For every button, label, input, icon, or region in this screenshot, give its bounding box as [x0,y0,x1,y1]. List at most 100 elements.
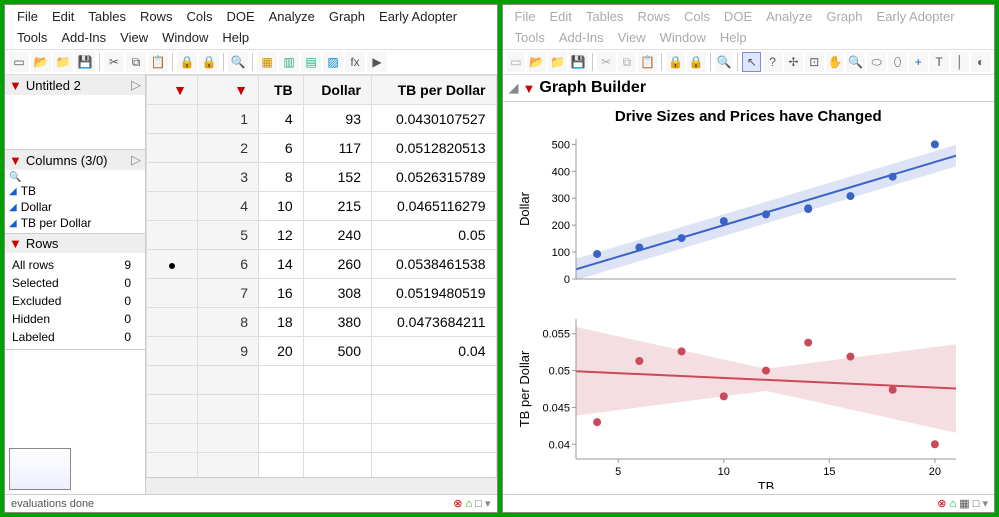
paste-icon[interactable]: 📋 [148,52,168,72]
table-icon[interactable]: ▦ [257,52,277,72]
menu-analyze[interactable]: Analyze [760,7,818,26]
menu-doe[interactable]: DOE [220,7,260,26]
table-row[interactable]: 9205000.04 [147,337,497,366]
disclosure-icon[interactable]: ◢ [509,80,519,96]
menu-early-adopter[interactable]: Early Adopter [373,7,463,26]
open2-icon[interactable]: 📁 [548,52,567,72]
menu-graph[interactable]: Graph [820,7,868,26]
close-icon[interactable]: ⊗ [453,498,462,510]
menu-add-ins[interactable]: Add-Ins [553,28,610,47]
disclosure-icon[interactable]: ▼ [9,153,22,168]
rows-summary-item[interactable]: Hidden0 [11,311,139,327]
grid-icon[interactable]: ▦ [959,498,969,510]
cell[interactable]: 0.0538461538 [372,250,497,279]
open-icon[interactable]: 📂 [31,52,51,72]
save-icon[interactable]: 💾 [75,52,95,72]
plus-icon[interactable]: + [909,52,928,72]
menu-tables[interactable]: Tables [580,7,630,26]
pointer-icon[interactable]: ↖ [742,52,761,72]
cell[interactable]: 0.04 [372,337,497,366]
shape-icon[interactable]: ◐ [971,52,990,72]
col-header[interactable]: Dollar [303,76,371,105]
table-row[interactable]: 5122400.05 [147,221,497,250]
open2-icon[interactable]: 📁 [53,52,73,72]
table-row[interactable]: 4102150.0465116279 [147,192,497,221]
crosshair-icon[interactable]: ✢ [784,52,803,72]
table-name-header[interactable]: ▼ Untitled 2 ▷ [5,75,145,95]
search-icon[interactable]: 🔍 [228,52,248,72]
disclosure-icon[interactable]: ▼ [9,236,22,251]
menu-graph[interactable]: Graph [323,7,371,26]
search-icon[interactable]: 🔍 [715,52,734,72]
home-icon[interactable]: ⌂ [466,498,473,510]
graph-icon[interactable]: ▨ [323,52,343,72]
rows-summary-item[interactable]: Excluded0 [11,293,139,309]
menu-view[interactable]: View [114,28,154,47]
menu-edit[interactable]: Edit [46,7,80,26]
menu-analyze[interactable]: Analyze [263,7,321,26]
menu-edit[interactable]: Edit [543,7,577,26]
column-item[interactable]: ◢TB [9,183,141,199]
table-row[interactable]: 8183800.0473684211 [147,308,497,337]
cell[interactable]: 6 [259,134,304,163]
copy-icon[interactable]: ⧉ [618,52,637,72]
chart-area[interactable]: Drive Sizes and Prices have Changed 0100… [503,102,995,494]
cell[interactable]: 117 [303,134,371,163]
cut-icon[interactable]: ✂ [597,52,616,72]
graph-builder-header[interactable]: ◢ ▼ Graph Builder [503,75,995,102]
cell[interactable]: 16 [259,279,304,308]
cell[interactable]: 500 [303,337,371,366]
columns-header[interactable]: ▼ Columns (3/0) ▷ [5,150,145,170]
cell[interactable]: 20 [259,337,304,366]
column-item[interactable]: ◢TB per Dollar [9,215,141,231]
new-icon[interactable]: ▭ [9,52,29,72]
table-row[interactable]: 261170.0512820513 [147,134,497,163]
cell[interactable]: 215 [303,192,371,221]
menu-file[interactable]: File [11,7,44,26]
chevron-down-icon[interactable]: ▾ [485,498,491,510]
column-item[interactable]: ◢Dollar [9,199,141,215]
menu-tools[interactable]: Tools [509,28,551,47]
table-row[interactable]: 14930.0430107527 [147,105,497,134]
col-header[interactable]: TB [259,76,304,105]
menu-file[interactable]: File [509,7,542,26]
save-icon[interactable]: 💾 [569,52,588,72]
square-icon[interactable]: □ [973,498,980,510]
home-icon[interactable]: ⌂ [950,498,957,510]
help-icon[interactable]: ? [763,52,782,72]
cell[interactable]: 0.05 [372,221,497,250]
cell[interactable]: 0.0473684211 [372,308,497,337]
graph-thumbnail[interactable] [9,448,71,490]
rows-summary-item[interactable]: All rows9 [11,257,139,273]
cell[interactable]: 260 [303,250,371,279]
chevron-right-icon[interactable]: ▷ [131,77,141,93]
menu-help[interactable]: Help [714,28,753,47]
copy-icon[interactable]: ⧉ [126,52,146,72]
rows-summary-item[interactable]: Selected0 [11,275,139,291]
cell[interactable]: 12 [259,221,304,250]
cell[interactable]: 18 [259,308,304,337]
text-icon[interactable]: T [930,52,949,72]
menu-rows[interactable]: Rows [631,7,676,26]
menu-tools[interactable]: Tools [11,28,53,47]
square-icon[interactable]: □ [475,498,482,510]
hand-icon[interactable]: ✋ [826,52,845,72]
menu-tables[interactable]: Tables [82,7,132,26]
cut-icon[interactable]: ✂ [104,52,124,72]
cell[interactable]: 10 [259,192,304,221]
cell[interactable]: 308 [303,279,371,308]
cell[interactable]: 0.0512820513 [372,134,497,163]
run-icon[interactable]: ▶ [367,52,387,72]
chevron-down-icon[interactable]: ▾ [982,498,988,510]
menu-early-adopter[interactable]: Early Adopter [871,7,961,26]
cell[interactable]: 240 [303,221,371,250]
cell[interactable]: 0.0519480519 [372,279,497,308]
menu-add-ins[interactable]: Add-Ins [55,28,112,47]
scroll-icon[interactable]: ⊡ [805,52,824,72]
rows-header[interactable]: ▼ Rows [5,234,145,253]
cell[interactable]: 152 [303,163,371,192]
horizontal-scrollbar[interactable] [146,477,497,494]
menu-cols[interactable]: Cols [678,7,716,26]
table-row[interactable]: 7163080.0519480519 [147,279,497,308]
zoom-icon[interactable]: 🔍 [846,52,865,72]
